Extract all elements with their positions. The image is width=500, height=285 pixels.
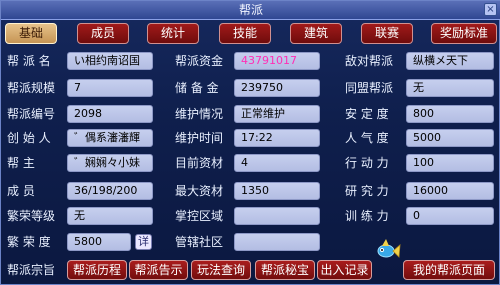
field-max-material: 1350 bbox=[234, 182, 320, 200]
field-founder: ゛偶系瀋瀋輝 bbox=[67, 129, 153, 147]
tab-stats[interactable]: 统计 bbox=[147, 23, 199, 44]
guild-window: 帮派 × 基础 成员 统计 技能 建筑 联赛 奖励标准 帮 派 名 い相约南诏国… bbox=[0, 0, 500, 285]
label-founder: 创 始 人 bbox=[7, 131, 51, 145]
field-prosperity: 5800 bbox=[67, 233, 131, 251]
label-control-zone: 掌控区域 bbox=[175, 209, 224, 223]
tab-basic[interactable]: 基础 bbox=[5, 23, 57, 44]
field-community bbox=[234, 233, 320, 251]
tab-skills[interactable]: 技能 bbox=[219, 23, 271, 44]
prosperity-detail-button[interactable]: 详 bbox=[135, 234, 152, 250]
mascot-fish-icon bbox=[377, 239, 401, 258]
field-reserve: 239750 bbox=[234, 79, 320, 97]
label-research-power: 研 究 力 bbox=[345, 184, 389, 198]
tab-reward-standard[interactable]: 奖励标准 bbox=[431, 23, 497, 44]
tab-buildings[interactable]: 建筑 bbox=[290, 23, 342, 44]
label-training-power: 训 练 力 bbox=[345, 209, 389, 223]
label-guild-name: 帮 派 名 bbox=[7, 54, 51, 68]
label-ally-guild: 同盟帮派 bbox=[345, 81, 394, 95]
label-maintain: 维护情况 bbox=[175, 107, 224, 121]
field-enemy-guild: 纵横メ天下 bbox=[406, 52, 494, 70]
window-title: 帮派 bbox=[238, 3, 263, 17]
label-maintain-time: 维护时间 bbox=[175, 131, 224, 145]
guild-notice-button[interactable]: 帮派告示 bbox=[129, 260, 188, 280]
tab-members[interactable]: 成员 bbox=[77, 23, 129, 44]
field-guild-id: 2098 bbox=[67, 105, 153, 123]
tab-bar: 基础 成员 统计 技能 建筑 联赛 奖励标准 bbox=[1, 23, 500, 45]
label-action-power: 行 动 力 bbox=[345, 156, 389, 170]
field-control-zone bbox=[234, 207, 320, 225]
field-leader: ゛娴娴々小妹 bbox=[67, 154, 153, 172]
label-enemy-guild: 敌对帮派 bbox=[345, 54, 394, 68]
field-prosperity-level: 无 bbox=[67, 207, 153, 225]
label-guild-scale: 帮派规模 bbox=[7, 81, 56, 95]
label-leader: 帮 主 bbox=[7, 156, 35, 170]
label-max-material: 最大资材 bbox=[175, 184, 224, 198]
gameplay-query-button[interactable]: 玩法查询 bbox=[191, 260, 251, 280]
field-popularity: 5000 bbox=[406, 129, 494, 147]
window-titlebar[interactable]: 帮派 × bbox=[1, 1, 500, 20]
tab-league[interactable]: 联赛 bbox=[361, 23, 413, 44]
field-guild-funds: 43791017 bbox=[234, 52, 320, 70]
label-reserve: 储 备 金 bbox=[175, 81, 219, 95]
field-current-material: 4 bbox=[234, 154, 320, 172]
label-popularity: 人 气 度 bbox=[345, 131, 389, 145]
label-prosperity: 繁 荣 度 bbox=[7, 235, 51, 249]
field-guild-name: い相约南诏国 bbox=[67, 52, 153, 70]
field-training-power: 0 bbox=[406, 207, 494, 225]
my-guild-page-button[interactable]: 我的帮派页面 bbox=[403, 260, 495, 280]
label-stability: 安 定 度 bbox=[345, 107, 389, 121]
guild-history-button[interactable]: 帮派历程 bbox=[67, 260, 127, 280]
field-guild-scale: 7 bbox=[67, 79, 153, 97]
field-maintain: 正常维护 bbox=[234, 105, 320, 123]
field-research-power: 16000 bbox=[406, 182, 494, 200]
close-icon[interactable]: × bbox=[484, 3, 497, 16]
field-action-power: 100 bbox=[406, 154, 494, 172]
label-community: 管辖社区 bbox=[175, 235, 224, 249]
label-prosperity-level: 繁荣等级 bbox=[7, 209, 56, 223]
entry-exit-log-button[interactable]: 出入记录 bbox=[317, 260, 372, 280]
label-current-material: 目前资材 bbox=[175, 156, 224, 170]
label-guild-funds: 帮派资金 bbox=[175, 54, 224, 68]
label-guild-motto: 帮派宗旨 bbox=[7, 263, 56, 277]
field-maintain-time: 17:22 bbox=[234, 129, 320, 147]
label-guild-id: 帮派编号 bbox=[7, 107, 56, 121]
field-stability: 800 bbox=[406, 105, 494, 123]
field-members: 36/198/200 bbox=[67, 182, 153, 200]
label-members: 成 员 bbox=[7, 184, 35, 198]
guild-treasure-button[interactable]: 帮派秘宝 bbox=[255, 260, 315, 280]
field-ally-guild: 无 bbox=[406, 79, 494, 97]
